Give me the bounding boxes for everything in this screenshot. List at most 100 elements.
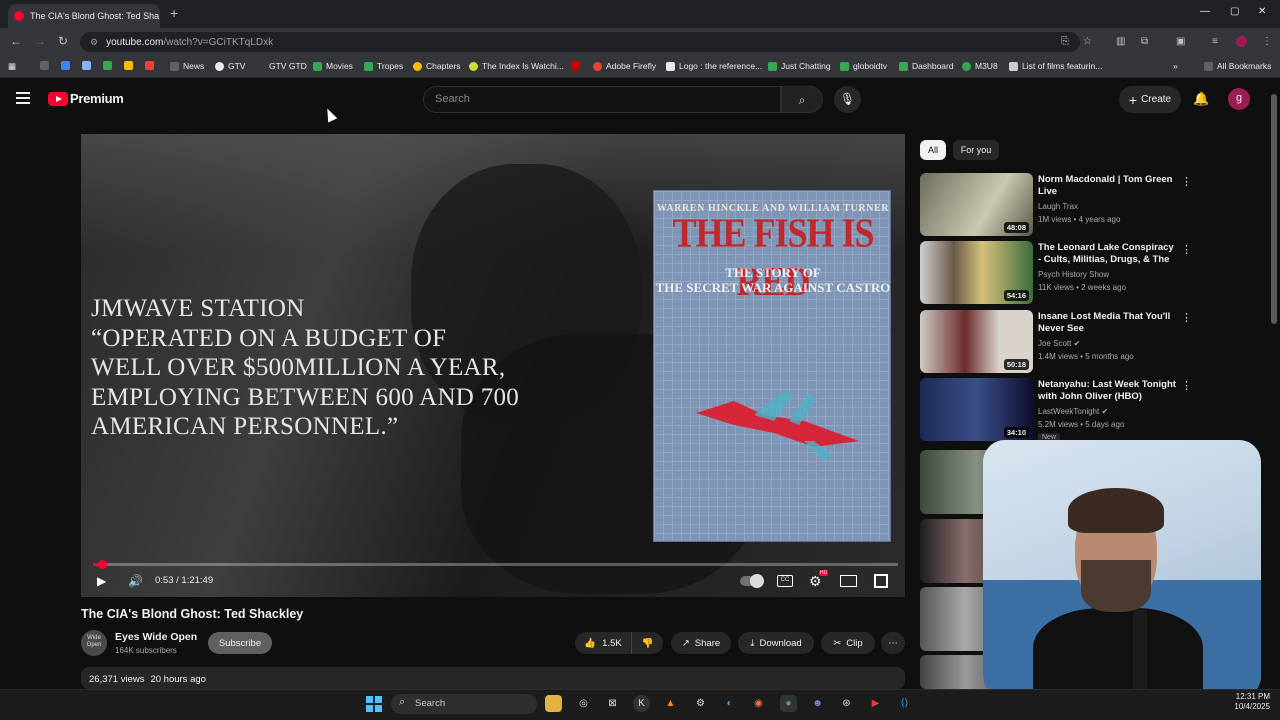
- play-icon[interactable]: ▶: [97, 574, 106, 588]
- subscribe-button[interactable]: Subscribe: [208, 632, 272, 654]
- video-player[interactable]: JMWAVE Station “Operated on a budget of …: [81, 134, 905, 597]
- bookmark-favicon-icon[interactable]: [124, 61, 137, 70]
- related-thumbnail[interactable]: 48:08: [920, 173, 1033, 236]
- all-bookmarks-folder[interactable]: All Bookmarks: [1204, 61, 1271, 71]
- reload-icon[interactable]: ↻: [58, 34, 68, 48]
- more-actions-icon[interactable]: ⋯: [881, 632, 905, 654]
- discord-icon[interactable]: ☻: [809, 695, 826, 712]
- related-channel[interactable]: LastWeekTonight ✔: [1038, 407, 1108, 416]
- video-progress-bar[interactable]: [93, 563, 898, 566]
- like-button[interactable]: 👍 1.5K: [575, 632, 631, 654]
- address-bar[interactable]: ⚙ youtube.com/watch?v=GCiTKTqLDxk: [80, 32, 1080, 52]
- edge-icon[interactable]: ◐: [721, 695, 738, 712]
- related-thumbnail[interactable]: 50:18: [920, 310, 1033, 373]
- bookmark-globoidtv[interactable]: globoidtv: [840, 61, 887, 71]
- related-thumbnail[interactable]: 54:16: [920, 241, 1033, 304]
- dislike-button[interactable]: 👎: [631, 632, 663, 654]
- reading-list-icon[interactable]: ▥: [1116, 36, 1125, 47]
- clip-button[interactable]: ✂ Clip: [821, 632, 875, 654]
- chip-all[interactable]: All: [920, 140, 946, 160]
- app-icon[interactable]: ⚙: [692, 695, 709, 712]
- back-icon[interactable]: ←: [10, 34, 22, 48]
- app-icon[interactable]: ⊠: [604, 695, 621, 712]
- youtube-premium-label[interactable]: Premium: [70, 91, 124, 106]
- bookmark-m3u8[interactable]: M3U8: [962, 61, 998, 71]
- taskbar-clock[interactable]: 12:31 PM 10/4/2025: [1222, 692, 1270, 712]
- captions-button[interactable]: CC: [777, 575, 793, 587]
- bookmark-list-of-films[interactable]: List of films featurin...: [1009, 61, 1102, 71]
- theater-mode-icon[interactable]: [840, 575, 857, 587]
- chrome-icon[interactable]: ●: [780, 695, 797, 712]
- new-tab-button[interactable]: +: [170, 5, 178, 21]
- notifications-bell-icon[interactable]: 🔔: [1193, 91, 1209, 107]
- chip-for-you[interactable]: For you: [953, 140, 999, 160]
- related-title[interactable]: Insane Lost Media That You'll Never See: [1038, 311, 1178, 335]
- apps-grid-icon[interactable]: ▦: [8, 61, 16, 72]
- related-title[interactable]: Netanyahu: Last Week Tonight with John O…: [1038, 379, 1178, 403]
- bookmark-star-icon[interactable]: ☆: [1083, 36, 1092, 47]
- autoplay-toggle[interactable]: [740, 574, 764, 588]
- browser-tab-active[interactable]: The CIA's Blond Ghost: Ted Sha ✕: [8, 4, 160, 28]
- bookmark-favicon-icon[interactable]: [40, 61, 53, 70]
- close-tab-icon[interactable]: ✕: [159, 11, 160, 22]
- tab-search-icon[interactable]: ≡: [1212, 36, 1218, 47]
- bookmark-news[interactable]: News: [170, 61, 204, 71]
- minimize-icon[interactable]: —: [1200, 6, 1210, 17]
- more-options-icon[interactable]: ⋮: [1181, 243, 1192, 256]
- menu-hamburger-icon[interactable]: [16, 92, 30, 104]
- more-options-icon[interactable]: ⋮: [1181, 175, 1192, 188]
- more-bookmarks-icon[interactable]: »: [1173, 61, 1178, 71]
- search-button[interactable]: ⌕: [781, 86, 823, 113]
- site-info-icon[interactable]: ⚙: [90, 37, 98, 48]
- install-app-icon[interactable]: ⎘: [1061, 36, 1069, 47]
- account-avatar[interactable]: g: [1228, 88, 1250, 110]
- bookmark-favicon-icon[interactable]: [103, 61, 116, 70]
- channel-name[interactable]: Eyes Wide Open: [115, 631, 197, 643]
- more-options-icon[interactable]: ⋮: [1181, 379, 1192, 392]
- maximize-icon[interactable]: ▢: [1230, 6, 1239, 17]
- windows-start-icon[interactable]: [366, 696, 382, 712]
- bookmark-gtv-gtd[interactable]: GTV GTD: [269, 61, 307, 71]
- voice-search-button[interactable]: 🎙: [834, 86, 861, 113]
- create-button[interactable]: + Create: [1119, 86, 1181, 113]
- taskbar-search[interactable]: Search: [391, 694, 537, 714]
- fullscreen-icon[interactable]: [874, 574, 888, 588]
- related-channel[interactable]: Psych History Show: [1038, 270, 1109, 279]
- bookmark-movies[interactable]: Movies: [313, 61, 353, 71]
- bookmark-favicon-icon[interactable]: [145, 61, 158, 70]
- search-input[interactable]: Search: [423, 86, 781, 113]
- app-icon[interactable]: K: [633, 695, 650, 712]
- app-icon[interactable]: ⊛: [838, 695, 855, 712]
- more-options-icon[interactable]: ⋮: [1181, 311, 1192, 324]
- side-panel-icon[interactable]: ▣: [1176, 36, 1185, 47]
- bookmark-just-chatting[interactable]: Just Chatting: [768, 61, 831, 71]
- app-icon[interactable]: ◎: [575, 695, 592, 712]
- related-channel[interactable]: Joe Scott ✔: [1038, 339, 1080, 348]
- extensions-icon[interactable]: ⧉: [1141, 36, 1148, 47]
- bookmark-the-index[interactable]: The Index Is Watchi...: [469, 61, 564, 71]
- bookmark-gtv[interactable]: GTV: [215, 61, 245, 71]
- bookmark-dashboard[interactable]: Dashboard: [899, 61, 954, 71]
- bookmark-favicon-icon[interactable]: [61, 61, 74, 70]
- bookmark-chapters[interactable]: Chapters: [413, 61, 461, 71]
- profile-avatar-icon[interactable]: [1236, 36, 1247, 47]
- share-button[interactable]: ↗ Share: [671, 632, 731, 654]
- related-channel[interactable]: Laugh Trax: [1038, 202, 1078, 211]
- vlc-icon[interactable]: ▲: [662, 695, 679, 712]
- bookmark-tropes[interactable]: Tropes: [364, 61, 403, 71]
- volume-icon[interactable]: 🔊: [128, 574, 143, 588]
- page-scrollbar[interactable]: [1271, 94, 1277, 324]
- related-title[interactable]: The Leonard Lake Conspiracy - Cults, Mil…: [1038, 242, 1178, 266]
- bookmark-favicon-icon[interactable]: [82, 61, 95, 70]
- browser-menu-icon[interactable]: ⋮: [1262, 36, 1272, 47]
- file-explorer-icon[interactable]: [545, 695, 562, 712]
- media-player-icon[interactable]: ▶: [867, 695, 884, 712]
- close-window-icon[interactable]: ✕: [1258, 6, 1266, 17]
- progress-scrubber-handle[interactable]: [97, 560, 107, 569]
- channel-avatar[interactable]: Wide Open: [81, 630, 107, 656]
- vscode-icon[interactable]: ⟨⟩: [896, 695, 913, 712]
- forward-icon[interactable]: →: [34, 34, 46, 48]
- bookmark-pdf[interactable]: [571, 61, 584, 70]
- bookmark-adobe-firefly[interactable]: Adobe Firefly: [593, 61, 656, 71]
- youtube-logo-icon[interactable]: [48, 92, 68, 106]
